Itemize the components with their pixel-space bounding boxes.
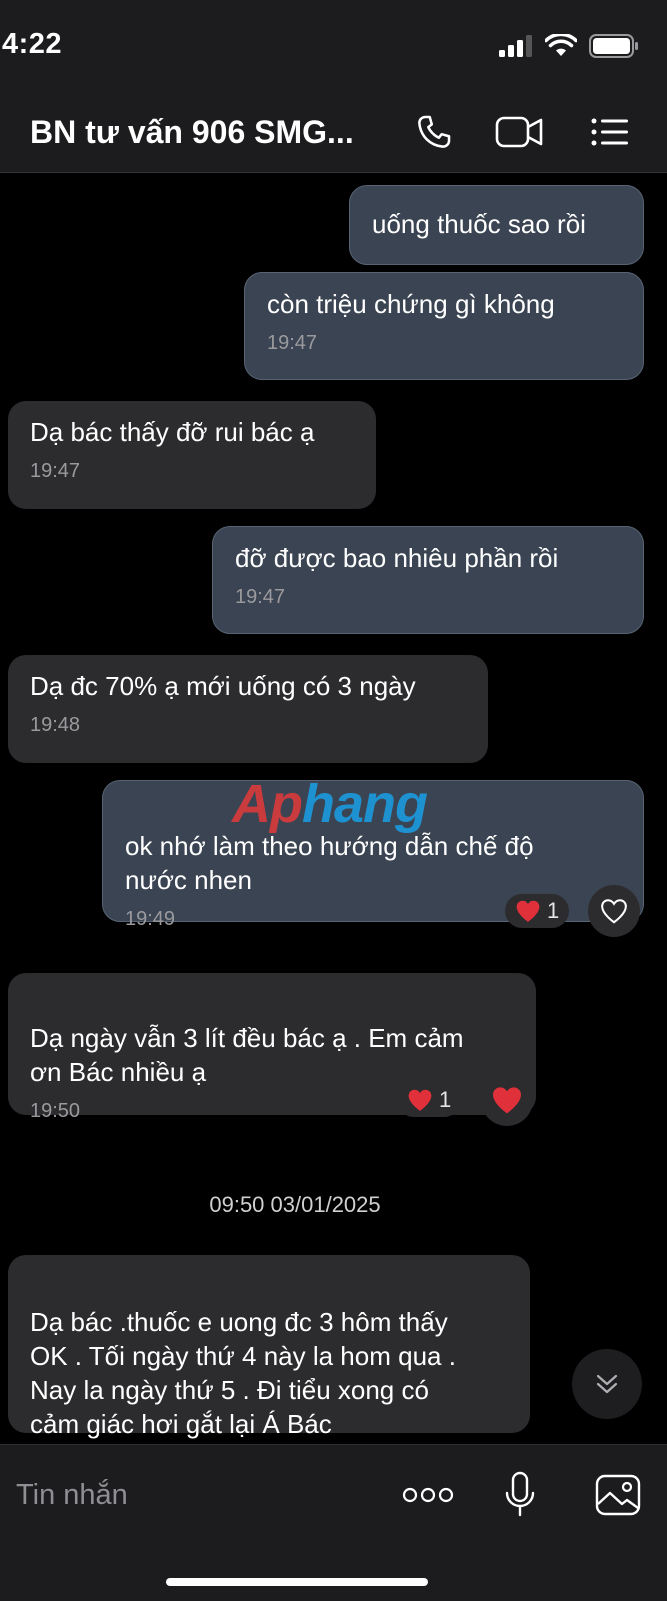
heart-icon xyxy=(408,1089,432,1111)
react-button[interactable] xyxy=(481,1074,533,1126)
message-input[interactable]: Tin nhắn xyxy=(16,1473,366,1517)
reaction-summary[interactable]: 1 xyxy=(397,1083,462,1117)
message-outgoing[interactable]: đỡ được bao nhiêu phần rồi 19:47 xyxy=(212,526,644,634)
message-text: uống thuốc sao rồi xyxy=(372,209,586,239)
microphone-icon xyxy=(505,1471,535,1517)
message-time: 19:47 xyxy=(267,332,318,354)
message-text: Dạ bác .thuốc e uong đc 3 hôm thấy OK . … xyxy=(30,1307,456,1439)
react-button[interactable] xyxy=(588,885,640,937)
more-dots-icon xyxy=(402,1487,454,1503)
wifi-icon xyxy=(545,34,577,56)
message-incoming[interactable]: Dạ bác thấy đỡ rui bác ạ 19:47 xyxy=(8,401,376,509)
reaction-count: 1 xyxy=(439,1087,452,1112)
scroll-to-bottom-button[interactable] xyxy=(572,1349,642,1419)
message-text: Dạ bác thấy đỡ rui bác ạ xyxy=(30,417,315,447)
heart-outline-icon xyxy=(601,899,627,924)
attach-image-button[interactable] xyxy=(594,1467,642,1523)
voice-message-button[interactable] xyxy=(500,1467,540,1523)
message-time: 19:47 xyxy=(235,586,286,608)
reaction-count: 1 xyxy=(547,898,560,923)
double-chevron-down-icon xyxy=(596,1374,618,1394)
chat-header: BN tư vấn 906 SMG... xyxy=(0,90,667,173)
message-composer: Tin nhắn xyxy=(0,1444,667,1601)
status-bar: 4:22 xyxy=(0,0,667,90)
message-text: ok nhớ làm theo hướng dẫn chế độ nước nh… xyxy=(125,831,534,895)
status-time: 4:22 xyxy=(2,28,63,60)
message-list[interactable]: uống thuốc sao rồi còn triệu chứng gì kh… xyxy=(0,173,667,1444)
list-menu-icon xyxy=(591,118,628,146)
message-incoming[interactable]: Dạ đc 70% ạ mới uống có 3 ngày 19:48 xyxy=(8,655,488,763)
call-button[interactable] xyxy=(412,112,456,152)
more-options-button[interactable] xyxy=(400,1467,456,1523)
message-text: đỡ được bao nhiêu phần rồi xyxy=(235,543,559,573)
message-outgoing[interactable]: uống thuốc sao rồi xyxy=(349,185,644,265)
chat-title[interactable]: BN tư vấn 906 SMG... xyxy=(30,114,370,151)
menu-button[interactable] xyxy=(588,112,632,152)
heart-icon xyxy=(493,1087,521,1114)
message-time: 19:47 xyxy=(30,460,81,482)
heart-icon xyxy=(516,900,540,922)
message-outgoing[interactable]: còn triệu chứng gì không 19:47 xyxy=(244,272,644,380)
reaction-summary[interactable]: 1 xyxy=(505,894,570,928)
message-text: Dạ ngày vẫn 3 lít đều bác ạ . Em cảm ơn … xyxy=(30,1023,464,1087)
status-icons xyxy=(499,34,639,58)
signal-icon xyxy=(499,35,532,57)
message-incoming[interactable]: Dạ bác .thuốc e uong đc 3 hôm thấy OK . … xyxy=(8,1255,530,1439)
home-indicator xyxy=(166,1578,428,1586)
date-divider: 09:50 03/01/2025 xyxy=(209,1192,381,1217)
message-time: 19:48 xyxy=(30,714,81,736)
phone-icon xyxy=(418,115,451,148)
message-text: còn triệu chứng gì không xyxy=(267,289,555,319)
watermark-logo: Aphang xyxy=(232,774,428,834)
message-text: Dạ đc 70% ạ mới uống có 3 ngày xyxy=(30,671,416,701)
video-camera-icon xyxy=(495,116,543,148)
image-icon xyxy=(595,1474,641,1516)
video-call-button[interactable] xyxy=(492,112,548,152)
battery-icon xyxy=(589,34,638,58)
